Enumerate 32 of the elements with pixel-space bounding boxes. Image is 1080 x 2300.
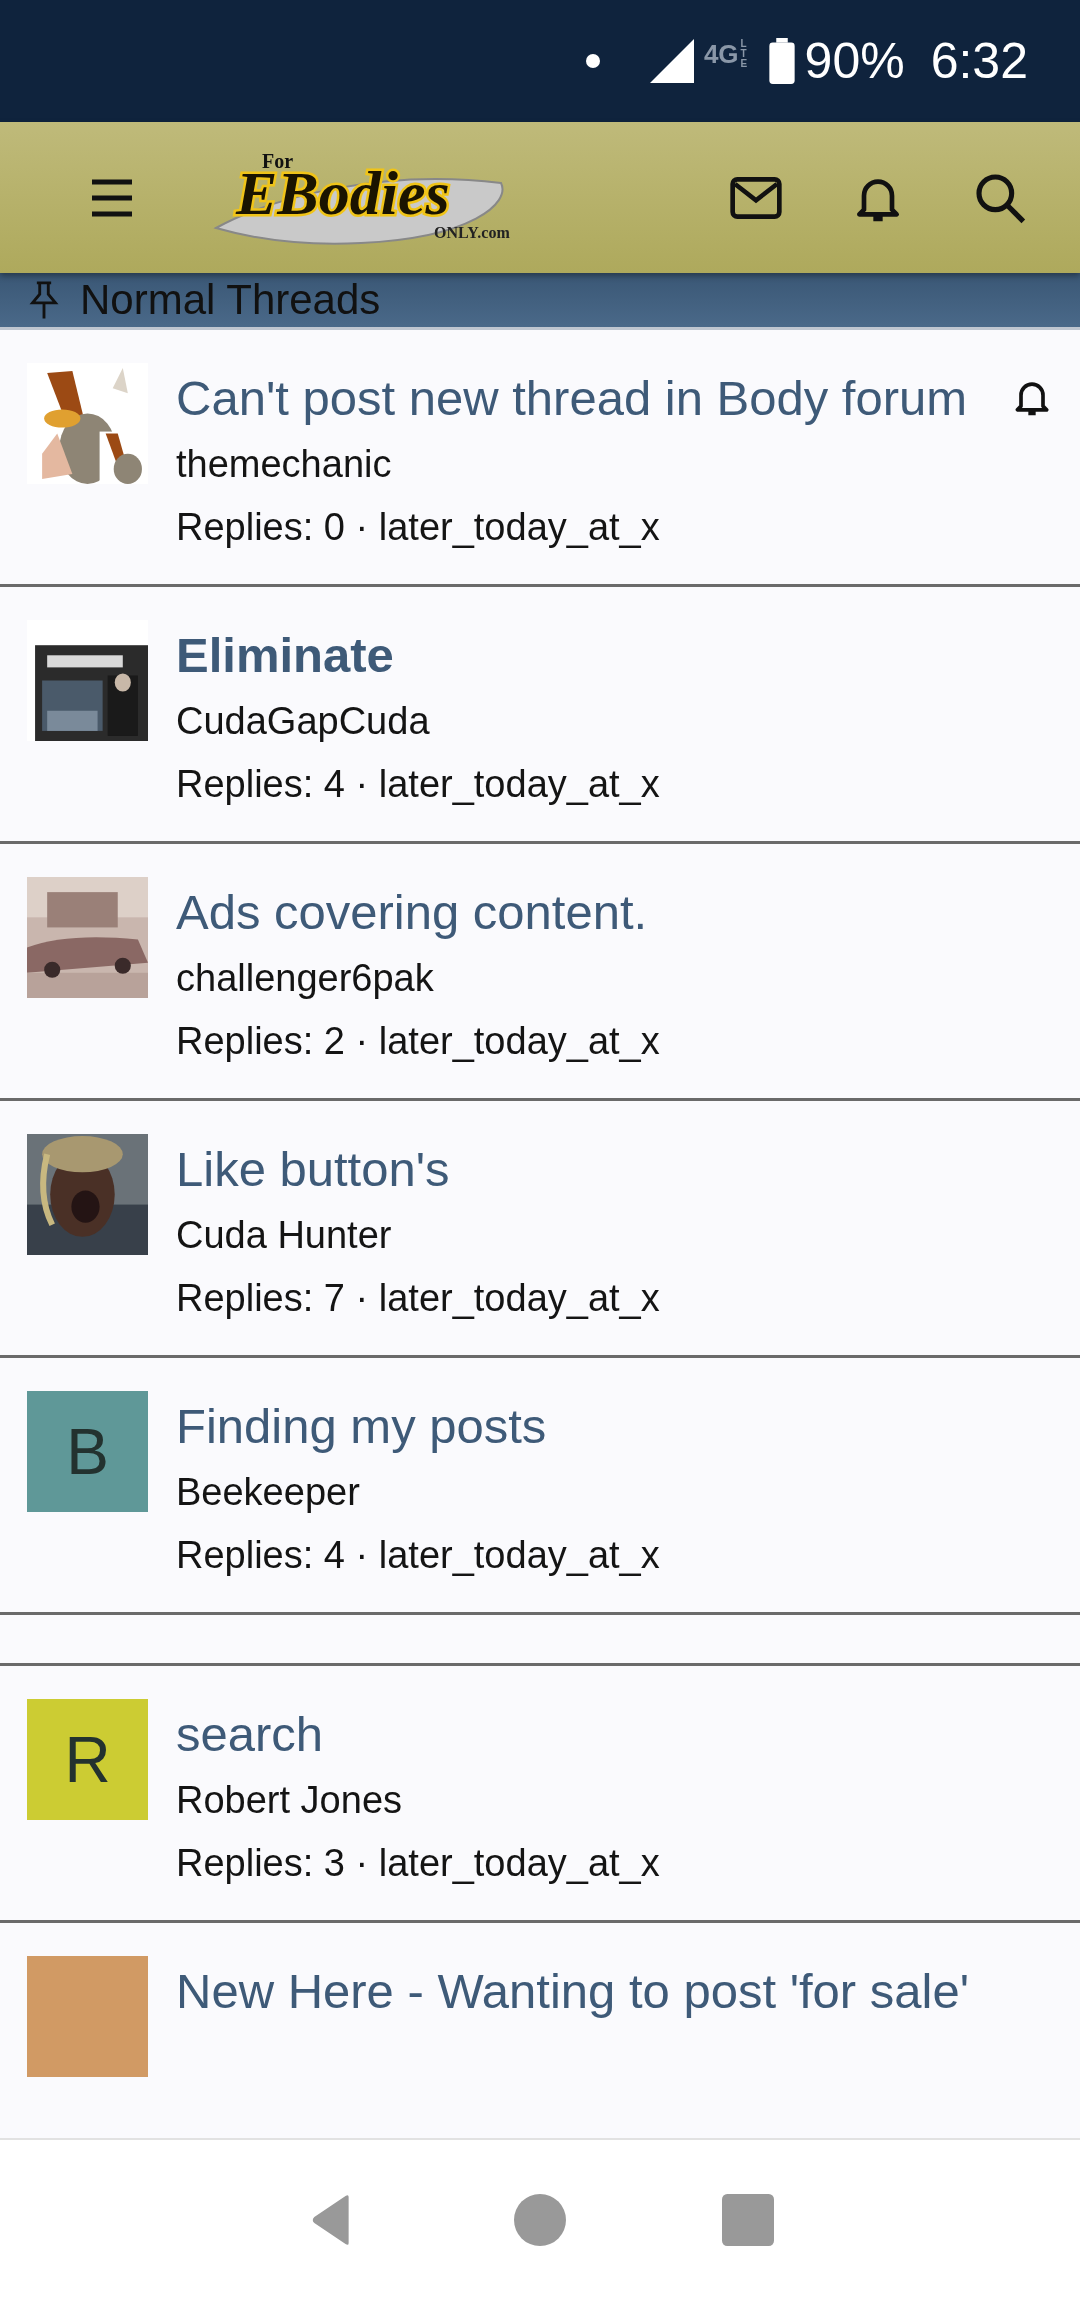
notification-dot-icon — [585, 54, 600, 68]
network-type: 4G — [703, 38, 739, 70]
thread-meta: Replies: 4 · later_today_at_x — [176, 1533, 660, 1578]
thread-meta: Replies: 4 · later_today_at_x — [176, 762, 660, 807]
home-icon[interactable] — [514, 2194, 566, 2246]
clock: 6:32 — [930, 32, 1028, 90]
battery-level: 90% — [804, 32, 905, 90]
section-title: Normal Threads — [80, 279, 381, 321]
signal-icon — [649, 39, 694, 83]
thread-title-link[interactable]: New Here - Wanting to post 'for sale' — [176, 1956, 970, 2027]
thread-title-link[interactable]: Like button's — [176, 1134, 450, 1205]
network-subtype: LTE — [740, 38, 749, 69]
thread-title-link[interactable]: Can't post new thread in Body forum — [176, 363, 968, 434]
thread-title-link[interactable]: Eliminate — [176, 620, 394, 691]
author-link[interactable]: CudaGapCuda — [176, 691, 430, 751]
battery-icon — [768, 38, 795, 84]
logo-text: ONLY.com — [434, 223, 510, 242]
thread-meta: Replies: 7 · later_today_at_x — [176, 1276, 660, 1321]
logo-text: For — [262, 149, 294, 172]
author-link[interactable]: themechanic — [176, 434, 392, 494]
thread-title-link[interactable]: search — [176, 1699, 324, 1770]
thread-meta: Replies: 0 · later_today_at_x — [176, 505, 660, 550]
author-link[interactable]: Robert Jones — [176, 1770, 402, 1830]
thread-meta: Replies: 2 · later_today_at_x — [176, 1019, 660, 1064]
thread-title-link[interactable]: Ads covering content. — [176, 877, 648, 948]
author-link[interactable]: Beekeeper — [176, 1462, 360, 1522]
thread-title-link[interactable]: Finding my posts — [176, 1391, 547, 1462]
thread-meta: Replies: 3 · later_today_at_x — [176, 1841, 660, 1886]
avatar[interactable]: R — [27, 1699, 148, 1820]
author-link[interactable]: Cuda Hunter — [176, 1205, 392, 1265]
author-link[interactable]: challenger6pak — [176, 948, 434, 1008]
avatar[interactable]: B — [27, 1391, 148, 1512]
